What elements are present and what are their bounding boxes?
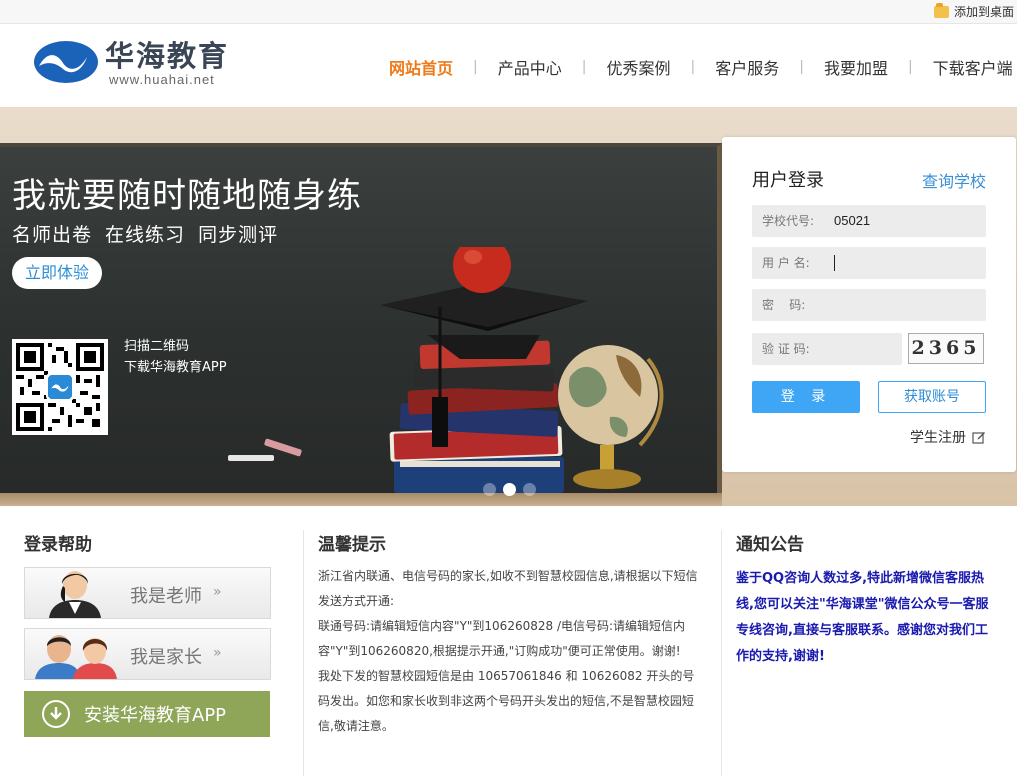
nav-item-products[interactable]: 产品中心 xyxy=(498,55,562,79)
teacher-avatar xyxy=(49,571,101,618)
install-app-label: 安装华海教育APP xyxy=(84,705,227,726)
site-header: 华海教育 www.huahai.net 网站首页 | 产品中心 | 优秀案例 |… xyxy=(0,24,1017,106)
captcha-field[interactable]: 验 证 码: xyxy=(752,333,902,365)
slide-indicators xyxy=(483,483,536,496)
folder-star-icon xyxy=(933,2,949,18)
password-field[interactable]: 密 码: xyxy=(752,289,986,321)
qr-caption-line2: 下载华海教育APP xyxy=(124,360,227,375)
password-label: 密 码: xyxy=(762,298,806,312)
main-nav: 网站首页 | 产品中心 | 优秀案例 | 客户服务 | 我要加盟 | 下载客户端 xyxy=(389,55,1013,79)
chalk-stick xyxy=(228,455,274,461)
login-button[interactable]: 登 录 xyxy=(752,381,860,413)
logo-url: www.huahai.net xyxy=(109,72,215,87)
student-register-link[interactable]: 学生注册 xyxy=(910,427,986,447)
teacher-label: 我是老师 xyxy=(130,586,202,607)
slide-dot-3[interactable] xyxy=(523,483,536,496)
nav-item-join[interactable]: 我要加盟 xyxy=(824,55,888,79)
download-icon xyxy=(42,700,70,728)
edit-icon xyxy=(972,432,985,444)
username-label: 用 户 名: xyxy=(762,256,810,270)
login-help-section: 登录帮助 我是老师 » 我是家长 » 安装华海教育APP xyxy=(24,530,272,737)
books-cap-globe-illustration xyxy=(380,247,664,493)
query-school-link[interactable]: 查询学校 xyxy=(922,168,986,192)
double-chevron-right-icon: » xyxy=(213,584,222,600)
school-code-value: 05021 xyxy=(834,213,871,228)
nav-item-home[interactable]: 网站首页 xyxy=(389,55,453,79)
banner-headline: 我就要随时随地随身练 xyxy=(12,176,362,216)
try-now-button[interactable]: 立即体验 xyxy=(12,257,102,289)
column-divider xyxy=(721,530,722,776)
parent-label: 我是家长 xyxy=(130,647,202,668)
tips-paragraph: 联通号码:请编辑短信内容"Y"到106260828 /电信号码:请编辑短信内容"… xyxy=(318,619,686,658)
student-register-label: 学生注册 xyxy=(910,430,966,446)
qr-code-icon xyxy=(16,343,104,431)
parent-entry-button[interactable]: 我是家长 » xyxy=(24,628,271,680)
get-account-button[interactable]: 获取账号 xyxy=(878,381,986,413)
parents-avatar xyxy=(35,635,117,679)
login-panel: 用户登录 查询学校 学校代号: 05021 用 户 名: 密 码: 验 证 码:… xyxy=(722,137,1016,472)
column-divider xyxy=(303,530,304,776)
qr-caption-line1: 扫描二维码 xyxy=(124,339,190,354)
login-help-title: 登录帮助 xyxy=(24,535,92,555)
tips-paragraph: 我处下发的智慧校园短信是由 10657061846 和 10626082 开头的… xyxy=(318,669,695,733)
install-app-button[interactable]: 安装华海教育APP xyxy=(24,691,270,737)
nav-separator: | xyxy=(581,59,587,75)
slide-dot-1[interactable] xyxy=(483,483,496,496)
announcement-text: 鉴于QQ咨询人数过多,特此新增微信客服热线,您可以关注"华海课堂"微信公众号一客… xyxy=(736,571,989,664)
add-to-desktop-link[interactable]: 添加到桌面 xyxy=(933,2,1014,20)
username-field[interactable]: 用 户 名: xyxy=(752,247,986,279)
double-chevron-right-icon: » xyxy=(213,645,222,661)
tips-body: 浙江省内联通、电信号码的家长,如收不到智慧校园信息,请根据以下短信发送方式开通:… xyxy=(318,564,702,739)
site-logo[interactable]: 华海教育 www.huahai.net xyxy=(33,39,229,87)
tips-section: 温馨提示 浙江省内联通、电信号码的家长,如收不到智慧校园信息,请根据以下短信发送… xyxy=(318,530,702,739)
qr-caption: 扫描二维码 下载华海教育APP xyxy=(124,336,227,378)
tips-paragraph: 浙江省内联通、电信号码的家长,如收不到智慧校园信息,请根据以下短信发送方式开通: xyxy=(318,569,698,608)
captcha-label: 验 证 码: xyxy=(762,342,810,356)
login-title: 用户登录 xyxy=(752,170,824,191)
add-to-desktop-label: 添加到桌面 xyxy=(953,5,1014,19)
nav-item-cases[interactable]: 优秀案例 xyxy=(606,55,670,79)
banner-subline: 名师出卷 在线练习 同步测评 xyxy=(12,224,279,246)
nav-item-download[interactable]: 下载客户端 xyxy=(933,55,1013,79)
tips-title: 温馨提示 xyxy=(318,535,386,555)
text-caret xyxy=(834,255,835,271)
school-code-label: 学校代号: xyxy=(762,214,815,228)
school-code-field[interactable]: 学校代号: 05021 xyxy=(752,205,986,237)
nav-item-service[interactable]: 客户服务 xyxy=(715,55,779,79)
wave-logo-icon xyxy=(34,41,98,83)
announcement-section: 通知公告 鉴于QQ咨询人数过多,特此新增微信客服热线,您可以关注"华海课堂"微信… xyxy=(736,530,998,670)
nav-separator: | xyxy=(473,59,478,75)
captcha-image[interactable]: 2365 xyxy=(908,333,984,364)
teacher-entry-button[interactable]: 我是老师 » xyxy=(24,567,271,619)
nav-separator: | xyxy=(799,59,804,75)
top-bar: 添加到桌面 xyxy=(0,0,1017,24)
app-qr-code xyxy=(12,339,108,435)
nav-separator: | xyxy=(690,59,696,75)
slide-dot-2-active[interactable] xyxy=(503,483,516,496)
announcement-title: 通知公告 xyxy=(736,535,804,555)
nav-separator: | xyxy=(907,59,913,75)
logo-name: 华海教育 xyxy=(105,39,230,73)
